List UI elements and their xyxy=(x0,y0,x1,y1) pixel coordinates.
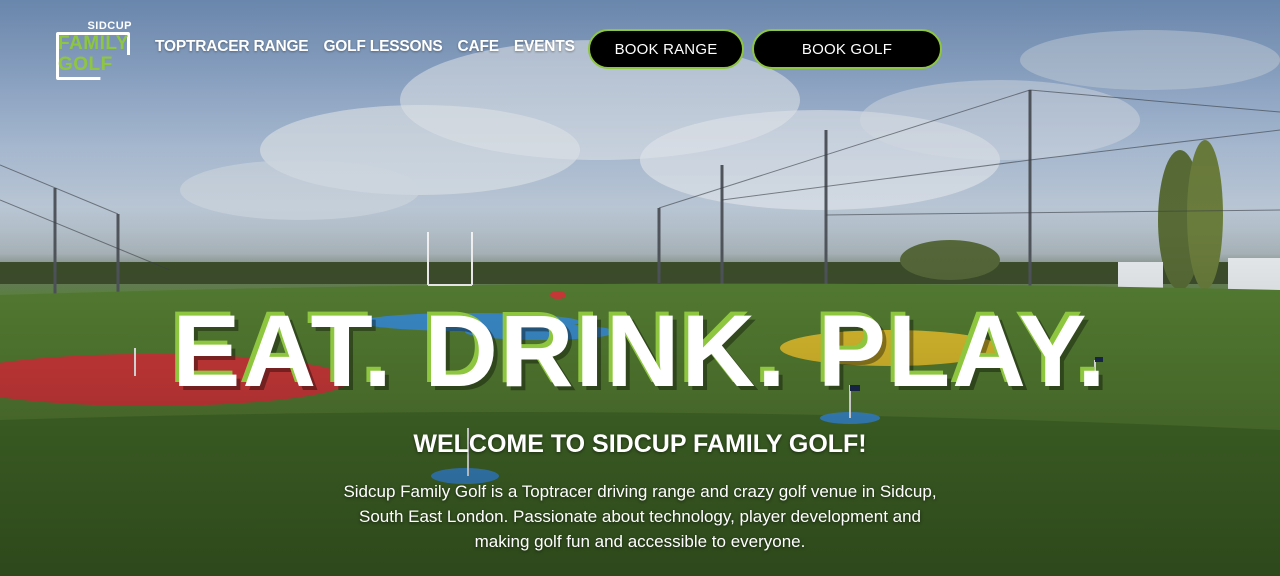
logo-golf-text: GOLF xyxy=(58,54,113,75)
main-nav: TOPTRACER RANGE GOLF LESSONS CAFE EVENTS xyxy=(155,38,575,56)
nav-golf-lessons[interactable]: GOLF LESSONS xyxy=(323,38,442,56)
logo-family-text: FAMILY xyxy=(58,33,129,54)
book-range-button[interactable]: BOOK RANGE xyxy=(588,29,744,69)
logo-sidcup-text: SIDCUP xyxy=(87,20,132,32)
nav-events[interactable]: EVENTS xyxy=(514,38,575,56)
hero-section: SIDCUP FAMILY GOLF TOPTRACER RANGE GOLF … xyxy=(0,0,1280,576)
hero-description: Sidcup Family Golf is a Toptracer drivin… xyxy=(343,482,937,551)
nav-cafe[interactable]: CAFE xyxy=(457,38,499,56)
hero-headline: EAT. DRINK. PLAY. xyxy=(172,294,1108,408)
nav-toptracer-range[interactable]: TOPTRACER RANGE xyxy=(155,38,309,56)
site-logo[interactable]: SIDCUP FAMILY GOLF xyxy=(56,20,136,82)
hero-welcome-heading: WELCOME TO SIDCUP FAMILY GOLF! xyxy=(413,430,867,458)
book-golf-button[interactable]: BOOK GOLF xyxy=(752,29,942,69)
